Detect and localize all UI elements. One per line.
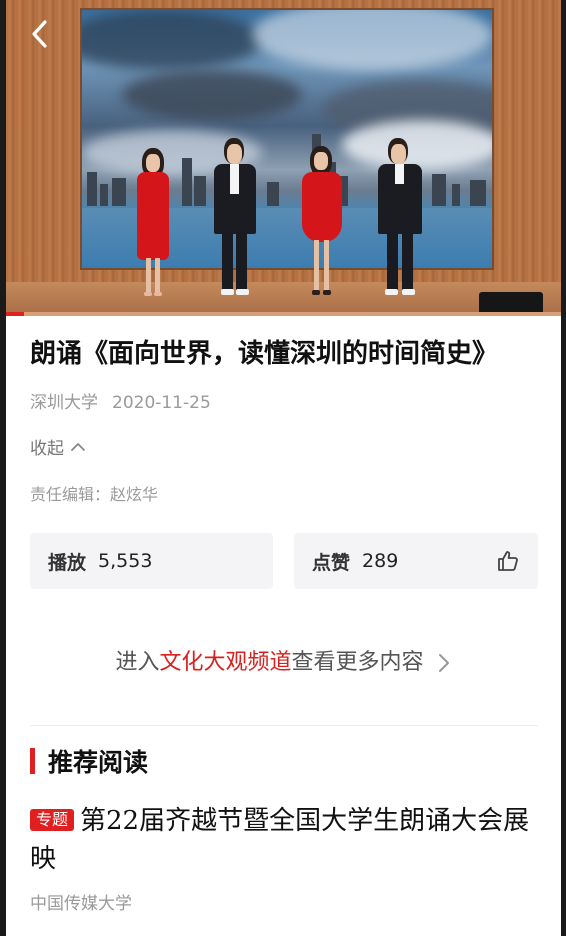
back-button[interactable] (22, 14, 58, 54)
right-border (561, 0, 566, 936)
chevron-left-icon (32, 20, 47, 48)
stage-speaker (479, 292, 543, 312)
recommended-item-title-block: 专题 第22届齐越节暨全国大学生朗诵大会展映 (30, 802, 536, 878)
section-accent-bar (30, 748, 35, 774)
article-editor: 责任编辑：赵炫华 (30, 485, 159, 504)
recommended-item[interactable]: 专题 第22届齐越节暨全国大学生朗诵大会展映 (30, 802, 536, 878)
collapse-toggle[interactable]: 收起 (30, 434, 86, 459)
play-count: 5,553 (98, 550, 153, 572)
play-count-card: 播放 5,553 (30, 533, 273, 589)
topic-badge: 专题 (30, 809, 75, 831)
like-label: 点赞 (312, 551, 351, 574)
channel-prefix: 进入 (115, 650, 160, 675)
chevron-right-icon (438, 654, 449, 672)
collapse-label: 收起 (30, 439, 64, 459)
thumbs-up-icon (498, 551, 518, 571)
channel-name: 文化大观频道 (159, 650, 292, 675)
article-title: 朗诵《面向世界，读懂深圳的时间简史》 (30, 339, 499, 369)
section-divider (30, 725, 538, 726)
video-player[interactable] (6, 0, 561, 316)
article-source: 深圳大学 (30, 393, 98, 413)
recommended-item-source: 中国传媒大学 (30, 894, 132, 914)
recommended-item-title: 第22届齐越节暨全国大学生朗诵大会展映 (30, 806, 530, 874)
like-count: 289 (362, 550, 399, 572)
channel-link[interactable]: 进入文化大观频道查看更多内容 (0, 644, 566, 676)
chevron-up-icon (71, 442, 85, 451)
stage-floor (6, 282, 561, 316)
article-meta: 深圳大学 2020-11-25 (30, 388, 211, 413)
article-date: 2020-11-25 (112, 393, 211, 413)
video-progress[interactable] (6, 312, 24, 316)
play-label: 播放 (48, 551, 87, 574)
like-button[interactable]: 点赞 289 (294, 533, 538, 589)
recommended-title: 推荐阅读 (48, 748, 149, 777)
channel-suffix: 查看更多内容 (291, 650, 424, 675)
